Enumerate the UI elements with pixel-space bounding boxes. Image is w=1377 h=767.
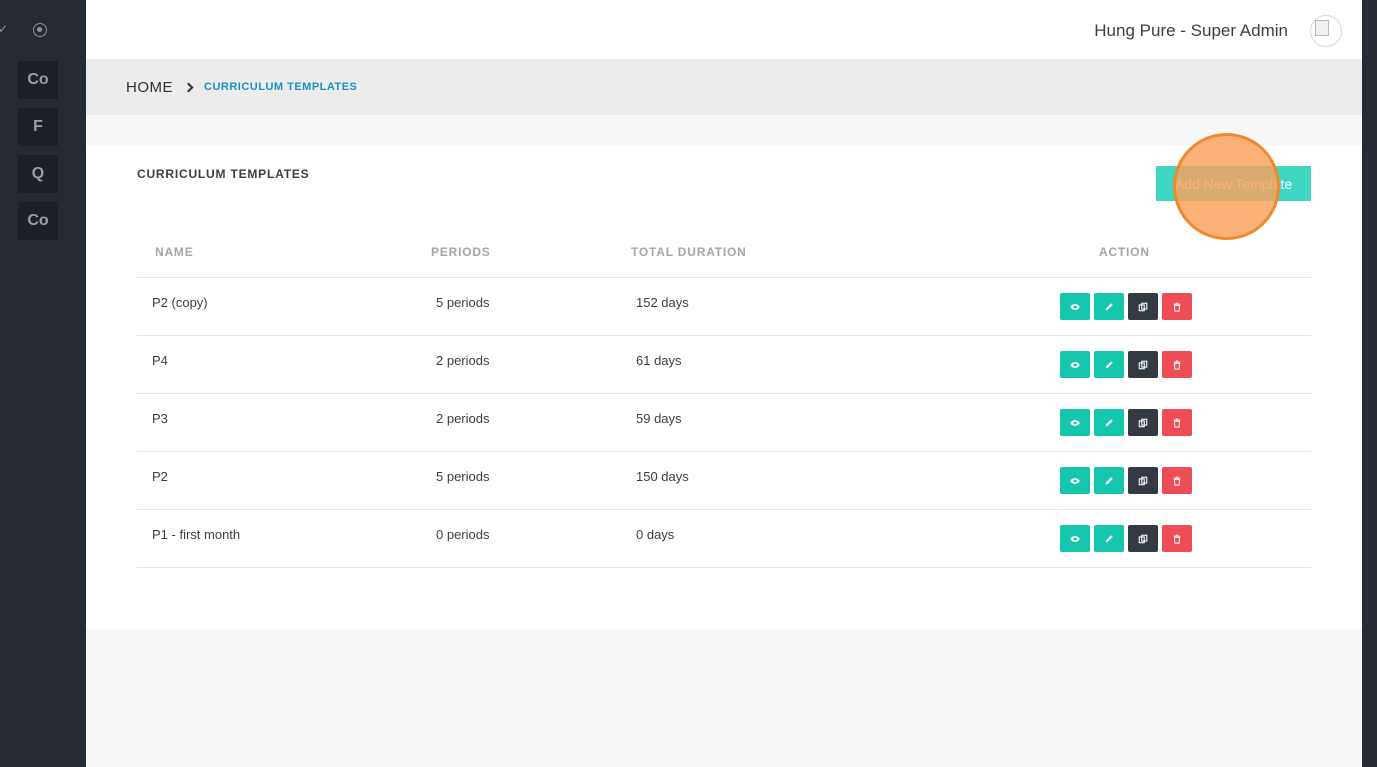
edit-button[interactable] (1094, 467, 1124, 494)
user-name[interactable]: Hung Pure - Super Admin (1094, 21, 1288, 41)
view-button[interactable] (1060, 351, 1090, 378)
row-name: P1 - first month (152, 527, 241, 542)
column-header-name: NAME (155, 245, 194, 259)
eye-icon (1070, 419, 1080, 426)
edit-button[interactable] (1094, 525, 1124, 552)
sidebar-item-2[interactable]: F (18, 108, 58, 146)
row-periods: 2 periods (436, 411, 490, 426)
copy-icon (1138, 476, 1148, 485)
row-duration: 0 days (636, 527, 675, 542)
eye-icon (1070, 477, 1080, 484)
delete-button[interactable] (1162, 351, 1192, 378)
duplicate-button[interactable] (1128, 293, 1158, 320)
column-header-duration: TOTAL DURATION (631, 245, 747, 259)
settings-icon[interactable] (33, 23, 47, 37)
sidebar-item-4[interactable]: Co (18, 202, 58, 240)
edit-button[interactable] (1094, 293, 1124, 320)
row-periods: 5 periods (436, 469, 490, 484)
duplicate-button[interactable] (1128, 467, 1158, 494)
row-duration: 61 days (636, 353, 682, 368)
view-button[interactable] (1060, 409, 1090, 436)
row-actions (1060, 409, 1192, 436)
sidebar: ✓ Co F Q Co (0, 0, 86, 767)
eye-icon (1070, 535, 1080, 542)
row-duration: 150 days (636, 469, 689, 484)
add-new-template-button[interactable]: Add New Template (1156, 166, 1311, 201)
delete-button[interactable] (1162, 293, 1192, 320)
duplicate-button[interactable] (1128, 351, 1158, 378)
row-name: P4 (152, 353, 168, 368)
breadcrumb-home-link[interactable]: HOME (126, 79, 173, 96)
row-name: P2 (copy) (152, 295, 208, 310)
view-button[interactable] (1060, 525, 1090, 552)
check-icon[interactable]: ✓ (0, 22, 8, 36)
row-periods: 2 periods (436, 353, 490, 368)
trash-icon (1173, 360, 1181, 370)
table-row: P4 2 periods 61 days (137, 336, 1311, 394)
breadcrumb-current: CURRICULUM TEMPLATES (204, 81, 358, 93)
row-duration: 152 days (636, 295, 689, 310)
view-button[interactable] (1060, 467, 1090, 494)
column-header-periods: PERIODS (431, 245, 491, 259)
trash-icon (1173, 534, 1181, 544)
row-actions (1060, 467, 1192, 494)
row-name: P2 (152, 469, 168, 484)
trash-icon (1173, 302, 1181, 312)
row-periods: 5 periods (436, 295, 490, 310)
copy-icon (1138, 418, 1148, 427)
delete-button[interactable] (1162, 409, 1192, 436)
row-actions (1060, 351, 1192, 378)
avatar[interactable] (1310, 15, 1342, 47)
pencil-icon (1105, 534, 1113, 542)
edit-button[interactable] (1094, 409, 1124, 436)
eye-icon (1070, 303, 1080, 310)
table-row: P2 5 periods 150 days (137, 452, 1311, 510)
row-name: P3 (152, 411, 168, 426)
top-header: Hung Pure - Super Admin (86, 0, 1362, 59)
table-row: P1 - first month 0 periods 0 days (137, 510, 1311, 568)
table-row: P2 (copy) 5 periods 152 days (137, 278, 1311, 336)
breadcrumb: HOME CURRICULUM TEMPLATES (86, 59, 1362, 115)
pencil-icon (1105, 476, 1113, 484)
eye-icon (1070, 361, 1080, 368)
delete-button[interactable] (1162, 467, 1192, 494)
row-actions (1060, 525, 1192, 552)
scrollbar-gutter (1362, 0, 1377, 767)
trash-icon (1173, 476, 1181, 486)
table-row: P3 2 periods 59 days (137, 394, 1311, 452)
copy-icon (1138, 360, 1148, 369)
copy-icon (1138, 534, 1148, 543)
pencil-icon (1105, 302, 1113, 310)
row-actions (1060, 293, 1192, 320)
chevron-right-icon (183, 82, 194, 92)
edit-button[interactable] (1094, 351, 1124, 378)
trash-icon (1173, 418, 1181, 428)
duplicate-button[interactable] (1128, 409, 1158, 436)
sidebar-item-3[interactable]: Q (18, 155, 58, 193)
column-header-action: ACTION (1099, 245, 1150, 259)
pencil-icon (1105, 360, 1113, 368)
page-title: CURRICULUM TEMPLATES (137, 167, 310, 181)
row-duration: 59 days (636, 411, 682, 426)
sidebar-item-1[interactable]: Co (18, 61, 58, 99)
table-header: NAME PERIODS TOTAL DURATION ACTION (137, 235, 1311, 278)
templates-card: CURRICULUM TEMPLATES Add New Template NA… (86, 133, 1362, 629)
copy-icon (1138, 302, 1148, 311)
view-button[interactable] (1060, 293, 1090, 320)
pencil-icon (1105, 418, 1113, 426)
duplicate-button[interactable] (1128, 525, 1158, 552)
row-periods: 0 periods (436, 527, 490, 542)
delete-button[interactable] (1162, 525, 1192, 552)
templates-table: NAME PERIODS TOTAL DURATION ACTION P2 (c… (137, 235, 1311, 568)
